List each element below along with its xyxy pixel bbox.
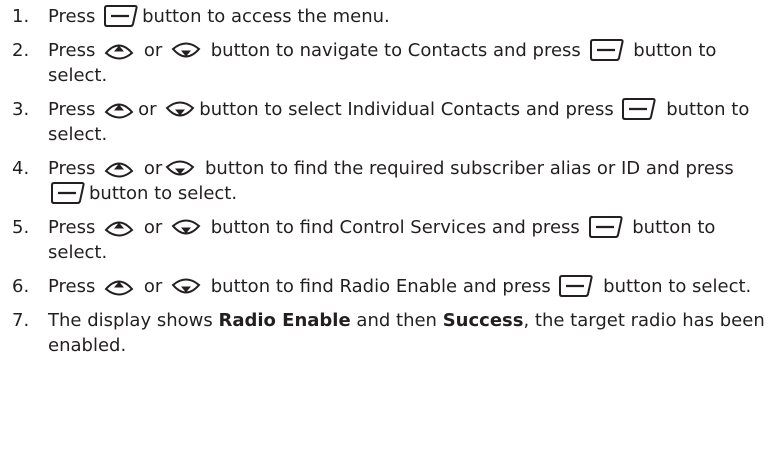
step-6: 6. Press or button to find Radio Enable …	[12, 274, 772, 299]
nav-up-button-icon	[103, 276, 135, 298]
step-text-part: button to access the menu.	[142, 6, 390, 27]
step-text-part: Press	[48, 158, 96, 179]
menu-button-icon	[50, 181, 86, 205]
step-text-part: Press	[48, 6, 96, 27]
step-1: 1. Press button to access the menu.	[12, 4, 772, 29]
nav-up-button-icon	[103, 99, 135, 121]
step-text: Press or button to navigate to Contacts …	[48, 38, 770, 88]
step-text: Press or button to find the required sub…	[48, 156, 770, 206]
step-text-part: or	[138, 99, 157, 120]
step-text-part: or	[143, 276, 163, 297]
step-text-part: button to select Individual Contacts and…	[199, 99, 614, 120]
menu-button-icon	[589, 38, 625, 62]
step-text: Press or button to find Radio Enable and…	[48, 274, 770, 299]
nav-down-button-icon	[170, 40, 202, 62]
step-text-part: button to select.	[603, 276, 752, 297]
step-number: 2.	[12, 40, 30, 61]
menu-button-icon	[558, 274, 594, 298]
step-text-part: Press	[48, 276, 96, 297]
step-text-part: Press	[48, 40, 96, 61]
step-number: 3.	[12, 99, 30, 120]
step-text-part: or	[143, 40, 163, 61]
step-text-part: Press	[48, 217, 96, 238]
step-5: 5. Press or button to find Control Servi…	[12, 215, 772, 265]
radio-enable-label: Radio Enable	[218, 310, 351, 331]
nav-up-button-icon	[103, 40, 135, 62]
nav-down-button-icon	[170, 276, 202, 298]
step-text-part: button to navigate to Contacts and press	[210, 40, 581, 61]
step-text: Press button to access the menu.	[48, 4, 770, 29]
step-number: 7.	[12, 310, 30, 331]
step-2: 2. Press or button to navigate to Contac…	[12, 38, 772, 88]
step-text: Press or button to find Control Services…	[48, 215, 770, 265]
step-3: 3. Press or button to select Individual …	[12, 97, 772, 147]
step-text-part: The display shows	[48, 310, 213, 331]
menu-button-icon	[588, 215, 624, 239]
step-number: 6.	[12, 276, 30, 297]
step-text-part: button to find Radio Enable and press	[210, 276, 551, 297]
step-text-part: or	[143, 217, 163, 238]
step-4: 4. Press or button to find the required …	[12, 156, 772, 206]
menu-button-icon	[103, 4, 139, 28]
nav-up-button-icon	[103, 217, 135, 239]
step-number: 4.	[12, 158, 30, 179]
nav-up-button-icon	[103, 158, 135, 180]
step-text-part: and then	[356, 310, 437, 331]
step-number: 1.	[12, 6, 30, 27]
step-text-part: button to find the required subscriber a…	[205, 158, 734, 179]
menu-button-icon	[621, 97, 657, 121]
nav-down-button-icon	[170, 217, 202, 239]
step-7: 7. The display shows Radio Enable and th…	[12, 308, 772, 358]
step-text-part: button to select.	[89, 183, 238, 204]
step-number: 5.	[12, 217, 30, 238]
instruction-list: 1. Press button to access the menu. 2. P…	[12, 4, 772, 367]
step-text-part: Press	[48, 99, 96, 120]
nav-down-button-icon	[164, 158, 196, 180]
nav-down-button-icon	[164, 99, 196, 121]
step-text-part: button to find Control Services and pres…	[210, 217, 580, 238]
success-label: Success	[442, 310, 524, 331]
step-text: The display shows Radio Enable and then …	[48, 308, 770, 358]
step-text: Press or button to select Individual Con…	[48, 97, 770, 147]
step-text-part: or	[143, 158, 163, 179]
